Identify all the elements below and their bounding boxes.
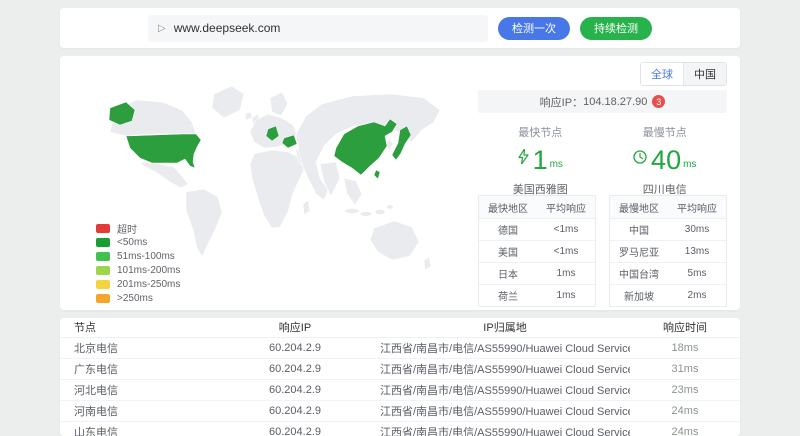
legend-swatch: [96, 238, 110, 247]
legend-swatch: [96, 266, 110, 275]
slowest-node-unit: ms: [683, 159, 696, 174]
node-results-table: 节点 响应IP IP归属地 响应时间 北京电信 60.204.2.9 江西省/南…: [60, 318, 740, 436]
play-icon: ▷: [158, 23, 166, 34]
fastest-slowest-nodes: 最快节点 1 ms 美国西雅图 最慢节点 40 ms: [478, 124, 727, 197]
column-header: 最快地区: [479, 200, 537, 215]
lightning-icon: [518, 149, 529, 174]
table-row: 山东电信 60.204.2.9 江西省/南昌市/电信/AS55990/Huawe…: [60, 421, 740, 436]
table-row: 罗马尼亚 13ms: [610, 240, 726, 262]
table-row: 日本 1ms: [479, 262, 595, 284]
table-row: 美国 <1ms: [479, 240, 595, 262]
table-row: 中国 30ms: [610, 218, 726, 240]
table-row: 中国台湾 5ms: [610, 262, 726, 284]
legend-item: <50ms: [96, 236, 180, 249]
slowest-node-block: 最慢节点 40 ms 四川电信: [603, 124, 728, 197]
legend-swatch: [96, 252, 110, 261]
column-header-node: 节点: [60, 318, 210, 337]
legend-swatch: [96, 224, 110, 233]
column-header: 平均响应: [668, 200, 726, 215]
tab-global[interactable]: 全球: [641, 63, 683, 85]
table-header-row: 节点 响应IP IP归属地 响应时间: [60, 318, 740, 337]
legend-item: 51ms-100ms: [96, 250, 180, 263]
table-row: 河南电信 60.204.2.9 江西省/南昌市/电信/AS55990/Huawe…: [60, 400, 740, 421]
response-ip-bar: 响应IP： 104.18.27.90 3: [478, 90, 727, 113]
table-row: 河北电信 60.204.2.9 江西省/南昌市/电信/AS55990/Huawe…: [60, 379, 740, 400]
fastest-regions-table: 最快地区 平均响应 德国 <1ms 美国 <1ms 日本 1ms 荷兰 1m: [478, 195, 596, 307]
check-once-button[interactable]: 检测一次: [498, 17, 570, 40]
legend-swatch: [96, 294, 110, 303]
response-ip-label: 响应IP：: [540, 94, 583, 110]
slowest-regions-table: 最慢地区 平均响应 中国 30ms 罗马尼亚 13ms 中国台湾 5ms 新加坡: [609, 195, 727, 307]
legend-item: 101ms-200ms: [96, 264, 180, 277]
map-region-taiwan: [374, 170, 380, 179]
continuous-check-button[interactable]: 持续检测: [580, 17, 652, 40]
ip-count-badge[interactable]: 3: [652, 95, 665, 108]
column-header-ip: 响应IP: [210, 318, 380, 337]
fastest-node-label: 最快节点: [478, 124, 603, 140]
fastest-node-value: 1: [533, 146, 548, 174]
table-row: 新加坡 2ms: [610, 284, 726, 306]
tab-china[interactable]: 中国: [683, 63, 726, 85]
slowest-node-label: 最慢节点: [603, 124, 728, 140]
fastest-node-unit: ms: [550, 159, 563, 174]
legend-item: 超时: [96, 222, 180, 235]
table-row: 荷兰 1ms: [479, 284, 595, 306]
latency-legend: 超时 <50ms 51ms-100ms 101ms-200ms 201ms-25…: [96, 222, 180, 306]
scope-tabs: 全球 中国: [640, 62, 727, 86]
map-region-japan: [392, 126, 411, 160]
column-header-time: 响应时间: [630, 318, 740, 337]
legend-swatch: [96, 280, 110, 289]
node-results-table-card: 节点 响应IP IP归属地 响应时间 北京电信 60.204.2.9 江西省/南…: [60, 318, 740, 436]
region-summary-tables: 最快地区 平均响应 德国 <1ms 美国 <1ms 日本 1ms 荷兰 1m: [478, 195, 727, 307]
legend-item: >250ms: [96, 292, 180, 305]
column-header: 平均响应: [537, 200, 595, 215]
response-ip-value: 104.18.27.90: [583, 96, 647, 108]
table-row: 德国 <1ms: [479, 218, 595, 240]
fastest-node-block: 最快节点 1 ms 美国西雅图: [478, 124, 603, 197]
search-toolbar: ▷ 检测一次 持续检测: [60, 8, 740, 48]
legend-item: 201ms-250ms: [96, 278, 180, 291]
column-header: 最慢地区: [610, 200, 668, 215]
url-input[interactable]: [174, 21, 478, 35]
table-row: 广东电信 60.204.2.9 江西省/南昌市/电信/AS55990/Huawe…: [60, 358, 740, 379]
result-overview-card: 超时 <50ms 51ms-100ms 101ms-200ms 201ms-25…: [60, 56, 740, 310]
table-row: 北京电信 60.204.2.9 江西省/南昌市/电信/AS55990/Huawe…: [60, 337, 740, 358]
clock-icon: [633, 150, 647, 174]
column-header-location: IP归属地: [380, 318, 630, 337]
url-input-box[interactable]: ▷: [148, 15, 488, 42]
slowest-node-value: 40: [651, 146, 681, 174]
map-region-usa: [126, 134, 201, 168]
